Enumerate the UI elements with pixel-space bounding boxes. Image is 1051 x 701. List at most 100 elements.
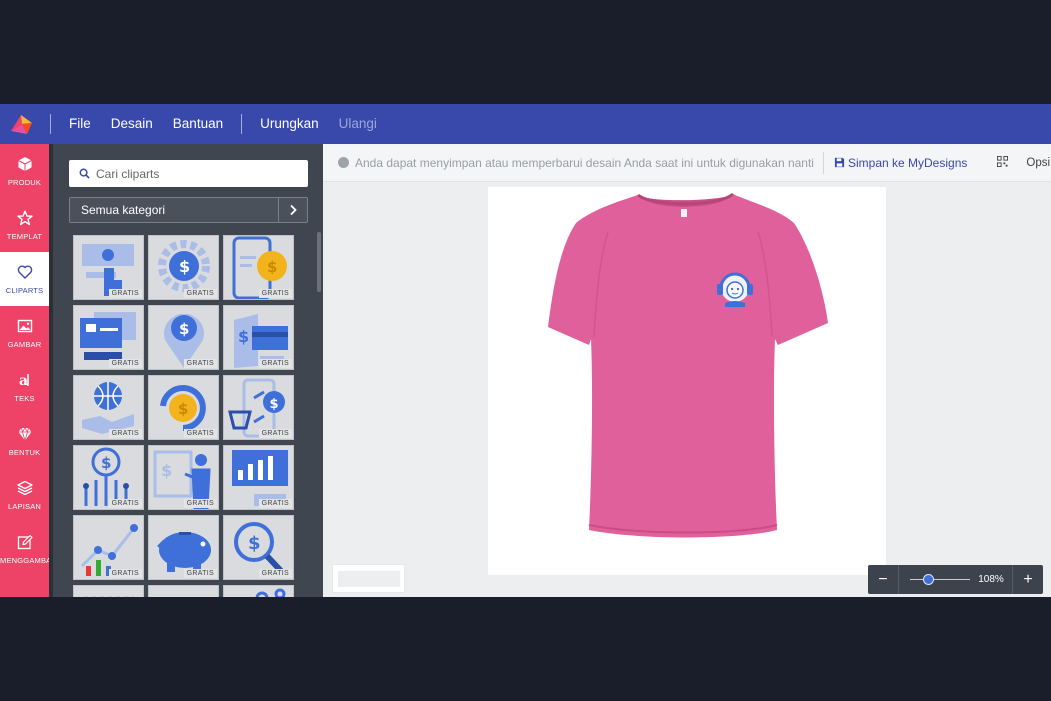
category-select[interactable]: Semua kategori (69, 197, 308, 223)
clipart-tile[interactable]: $ GRATIS (223, 375, 294, 440)
free-badge: GRATIS (258, 499, 292, 508)
save-label: Simpan ke MyDesigns (847, 155, 968, 170)
sidebar-item-label: GAMBAR (7, 339, 42, 349)
thumbnail-preview (338, 571, 400, 587)
zoom-slider-track (910, 579, 970, 580)
clipart-tile[interactable]: GRATIS (223, 445, 294, 510)
svg-text:$: $ (248, 533, 261, 554)
clipart-tile[interactable]: $ GRATIS (223, 305, 294, 370)
clipart-tile[interactable]: GRATIS (73, 515, 144, 580)
qr-code-icon (997, 155, 1009, 167)
undo-button[interactable]: Urungkan (250, 104, 329, 144)
svg-text:$: $ (267, 258, 277, 276)
divider (50, 114, 51, 134)
clipart-tile[interactable]: $ GRATIS (148, 305, 219, 370)
clipart-tile[interactable] (223, 585, 294, 597)
save-hint-text: Anda dapat menyimpan atau memperbarui de… (355, 155, 814, 170)
options-button[interactable]: Opsi (1026, 157, 1050, 169)
free-badge: GRATIS (108, 499, 142, 508)
divider (898, 565, 899, 594)
divider (822, 151, 824, 174)
free-badge: GRATIS (183, 569, 217, 578)
save-to-mydesigns-button[interactable]: Simpan ke MyDesigns (834, 156, 967, 170)
sidebar-item-produk[interactable]: PRODUK (0, 144, 49, 198)
divider (241, 114, 243, 134)
category-label: Semua kategori (81, 203, 166, 217)
tshirt-mockup (548, 192, 828, 538)
view-thumbnail[interactable] (332, 564, 405, 593)
clipart-tile[interactable]: $ GRATIS (148, 375, 219, 440)
sidebar-item-menggambar[interactable]: MENGGAMBAR (0, 522, 49, 576)
zoom-in-button[interactable]: + (1013, 565, 1043, 594)
top-bar: File Desain Bantuan Urungkan Ulangi (0, 104, 1051, 144)
free-badge: GRATIS (183, 289, 217, 298)
clipart-grid: GRATIS $ GRATIS $ GRATIS GRATIS $ GRATIS $ GRATIS… (73, 235, 298, 597)
sidebar-item-templat[interactable]: TEMPLAT (0, 198, 49, 252)
zoom-out-button[interactable]: − (868, 565, 898, 594)
clipart-tile[interactable]: $ GRATIS (223, 515, 294, 580)
sidebar-item-label: BENTUK (8, 447, 41, 457)
svg-text:a: a (19, 373, 28, 388)
clipart-tile[interactable]: GRATIS (73, 305, 144, 370)
search-input[interactable] (96, 166, 296, 181)
free-badge: GRATIS (108, 569, 142, 578)
clipart-tile[interactable]: GRATIS (73, 375, 144, 440)
svg-text:$: $ (161, 461, 172, 480)
free-badge: GRATIS (183, 499, 217, 508)
clipart-search[interactable] (69, 160, 308, 187)
svg-text:$: $ (178, 400, 188, 418)
clipart-tile[interactable] (148, 585, 219, 597)
menu-file[interactable]: File (59, 104, 101, 144)
chevron-right-icon (290, 204, 297, 216)
category-next-button[interactable] (278, 198, 307, 222)
zoom-slider-handle[interactable] (923, 574, 934, 585)
info-icon (338, 157, 349, 168)
free-badge: GRATIS (108, 429, 142, 438)
tshirt-icon (548, 194, 828, 538)
svg-text:$: $ (179, 257, 190, 276)
zoom-control: − 108% + (868, 565, 1043, 594)
image-icon (17, 319, 32, 332)
clipart-tile[interactable] (73, 585, 144, 597)
menu-desain[interactable]: Desain (101, 104, 163, 144)
menu-bantuan[interactable]: Bantuan (163, 104, 233, 144)
layers-icon (16, 480, 33, 495)
sidebar-item-gambar[interactable]: GAMBAR (0, 306, 49, 360)
clipart-tile[interactable]: $ GRATIS (73, 445, 144, 510)
free-badge: GRATIS (108, 359, 142, 368)
free-badge: GRATIS (258, 359, 292, 368)
sidebar-item-teks[interactable]: a TEKS (0, 360, 49, 414)
partial-3-icon (255, 588, 286, 597)
star-icon (16, 210, 33, 225)
heart-icon (17, 265, 32, 279)
redo-button[interactable]: Ulangi (329, 104, 387, 144)
sidebar-item-bentuk[interactable]: BENTUK (0, 414, 49, 468)
free-badge: GRATIS (108, 289, 142, 298)
sidebar-item-label: PRODUK (7, 177, 42, 187)
zoom-slider[interactable] (910, 565, 970, 594)
text-icon: a (19, 373, 29, 388)
tool-sidebar: PRODUK TEMPLAT CLIPARTS GAMBAR a TEKS BE… (0, 144, 49, 597)
sidebar-item-label: TEMPLAT (6, 231, 43, 241)
sidebar-item-label: CLIPARTS (5, 285, 44, 295)
partial-1-icon (84, 596, 134, 597)
panel-scrollbar[interactable] (317, 232, 321, 292)
clipart-tile[interactable]: $ GRATIS (223, 235, 294, 300)
clipart-tile[interactable]: GRATIS (148, 515, 219, 580)
sidebar-item-cliparts[interactable]: CLIPARTS (0, 252, 49, 306)
clipart-tile[interactable]: $ GRATIS (148, 445, 219, 510)
design-canvas[interactable] (488, 187, 886, 575)
free-badge: GRATIS (258, 429, 292, 438)
sidebar-item-lapisan[interactable]: LAPISAN (0, 468, 49, 522)
partial-2-icon (149, 586, 218, 597)
sidebar-item-label: TEKS (14, 393, 35, 403)
bird-logo-icon (11, 115, 32, 134)
clipart-tile[interactable]: $ GRATIS (148, 235, 219, 300)
qr-code-button[interactable] (997, 154, 1009, 172)
floppy-disk-icon (834, 157, 845, 168)
clipart-tile[interactable]: GRATIS (73, 235, 144, 300)
designer-app: File Desain Bantuan Urungkan Ulangi PROD… (0, 104, 1051, 597)
svg-text:$: $ (179, 320, 189, 338)
brand-logo[interactable] (0, 104, 42, 144)
free-badge: GRATIS (183, 429, 217, 438)
